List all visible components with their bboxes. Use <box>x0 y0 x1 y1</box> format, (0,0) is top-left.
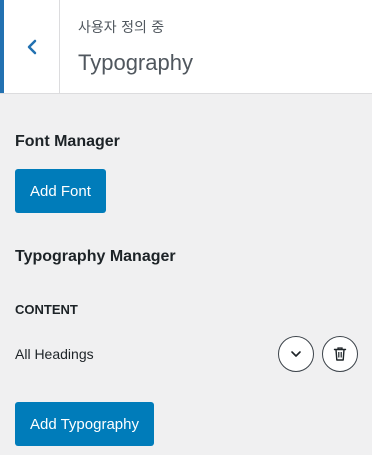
trash-icon <box>333 347 347 361</box>
font-manager-heading: Font Manager <box>15 133 120 150</box>
back-button[interactable] <box>0 0 60 93</box>
content-group-label: CONTENT <box>15 302 78 317</box>
header-text: 사용자 정의 중 Typography <box>78 18 193 78</box>
chevron-down-icon <box>291 351 301 357</box>
panel-title: Typography <box>78 50 193 75</box>
typography-item-label: All Headings <box>15 346 94 362</box>
chevron-left-icon <box>27 39 36 54</box>
delete-button[interactable] <box>322 336 358 372</box>
typography-manager-heading: Typography Manager <box>15 248 176 265</box>
customizing-label: 사용자 정의 중 <box>78 20 165 36</box>
expand-button[interactable] <box>278 336 314 372</box>
add-font-button[interactable]: Add Font <box>15 169 106 213</box>
add-typography-button[interactable]: Add Typography <box>15 402 154 446</box>
customizer-header: 사용자 정의 중 Typography <box>0 0 372 94</box>
